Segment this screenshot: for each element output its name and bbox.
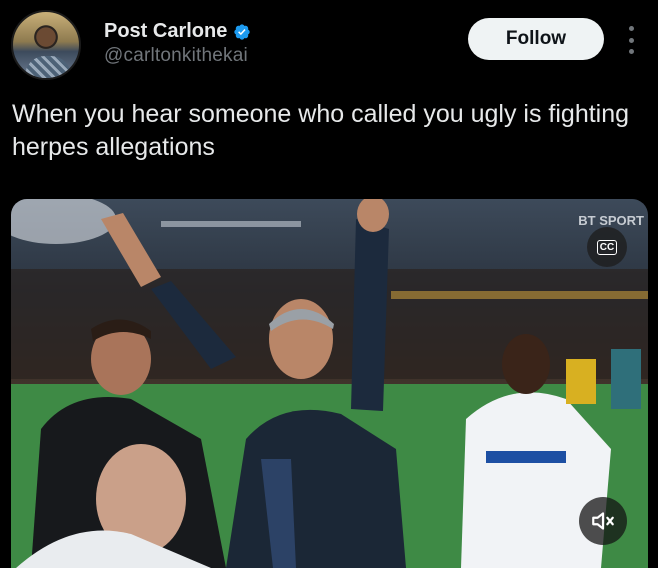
- tweet-text: When you hear someone who called you ugl…: [12, 100, 630, 161]
- broadcaster-logo: BT SPORT: [578, 213, 644, 228]
- mute-button[interactable]: [579, 497, 627, 545]
- speaker-muted-icon: [592, 512, 614, 530]
- cc-icon: CC: [596, 239, 618, 255]
- tweet-header: Post Carlone @carltonkithekai Follow: [0, 0, 658, 88]
- verified-badge-icon: [234, 23, 251, 40]
- video-frame: [11, 199, 648, 568]
- video-player[interactable]: BT SPORT CC: [11, 199, 648, 568]
- avatar[interactable]: [11, 10, 81, 80]
- author-name-row: Post Carlone: [104, 20, 251, 43]
- more-options-icon[interactable]: [624, 26, 638, 54]
- author-handle[interactable]: @carltonkithekai: [104, 45, 248, 67]
- follow-button[interactable]: Follow: [468, 18, 604, 60]
- avatar-shirt: [25, 56, 71, 78]
- captions-button[interactable]: CC: [587, 227, 627, 267]
- author-name[interactable]: Post Carlone: [104, 20, 227, 43]
